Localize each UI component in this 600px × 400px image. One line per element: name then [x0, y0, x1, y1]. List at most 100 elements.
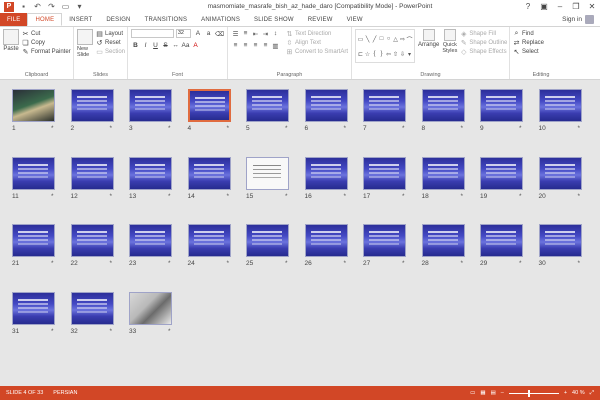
- slide-thumbnail[interactable]: [187, 224, 231, 257]
- format-painter-button[interactable]: ✎ Format Painter: [22, 47, 71, 56]
- replace-button[interactable]: ⇄ Replace: [513, 38, 569, 47]
- tab-slide-show[interactable]: SLIDE SHOW: [247, 13, 301, 26]
- slide-thumbnail[interactable]: [12, 224, 55, 257]
- shape-effects-button[interactable]: ◇ Shape Effects: [460, 47, 507, 56]
- slide-transition-icon[interactable]: *: [519, 260, 522, 267]
- tab-design[interactable]: DESIGN: [99, 13, 137, 26]
- underline-button[interactable]: U: [151, 41, 160, 50]
- slide-transition-icon[interactable]: *: [227, 193, 230, 200]
- slide-transition-icon[interactable]: *: [344, 193, 347, 200]
- shape-arrow2-icon[interactable]: ⇦: [385, 47, 392, 61]
- slide-thumbnail[interactable]: [304, 224, 348, 257]
- slide-thumbnail[interactable]: [304, 89, 348, 122]
- shape-rect2-icon[interactable]: □: [378, 31, 385, 47]
- slide-thumbnail[interactable]: [480, 89, 523, 122]
- slide-transition-icon[interactable]: *: [285, 260, 288, 267]
- shape-arrow-icon[interactable]: ⇨: [399, 31, 406, 47]
- align-text-button[interactable]: ⇳ Align Text: [286, 38, 348, 47]
- slide-transition-icon[interactable]: *: [285, 125, 288, 132]
- slide-thumbnail[interactable]: [187, 156, 231, 190]
- slide-thumbnail[interactable]: [246, 224, 289, 257]
- shape-bracket-icon[interactable]: ⊏: [357, 47, 364, 61]
- slide-transition-icon[interactable]: *: [344, 125, 347, 132]
- shape-fill-button[interactable]: ◈ Shape Fill: [460, 29, 507, 38]
- slide-transition-icon[interactable]: *: [168, 193, 171, 200]
- shape-star-icon[interactable]: ☆: [364, 47, 371, 61]
- char-spacing-icon[interactable]: ↔: [171, 41, 180, 50]
- slide-transition-icon[interactable]: *: [519, 193, 522, 200]
- slide-thumbnail[interactable]: [363, 89, 406, 122]
- grow-font-icon[interactable]: A: [193, 29, 202, 38]
- shape-arrow4-icon[interactable]: ⇩: [399, 47, 406, 61]
- slide-transition-icon[interactable]: *: [519, 125, 522, 132]
- paste-button[interactable]: Paste: [3, 29, 19, 69]
- slide-transition-icon[interactable]: *: [402, 260, 405, 267]
- slide-transition-icon[interactable]: *: [110, 260, 113, 267]
- slide-transition-icon[interactable]: *: [578, 260, 581, 267]
- shape-arrow3-icon[interactable]: ⇧: [392, 47, 399, 61]
- slide-thumbnail[interactable]: [12, 156, 55, 190]
- quick-styles-button[interactable]: Quick Styles: [442, 29, 457, 69]
- increase-indent-icon[interactable]: ⇥: [261, 29, 270, 38]
- slide-thumbnail[interactable]: [129, 156, 172, 190]
- undo-icon[interactable]: ↶: [33, 2, 42, 11]
- italic-button[interactable]: I: [141, 41, 150, 50]
- slide-thumbnail[interactable]: [246, 89, 289, 122]
- section-button[interactable]: ▭ Section: [96, 47, 125, 56]
- slide-thumbnail[interactable]: [421, 156, 465, 190]
- slide-transition-icon[interactable]: *: [402, 193, 405, 200]
- shape-curve-icon[interactable]: ⌒: [406, 31, 413, 47]
- zoom-out-icon[interactable]: –: [501, 390, 504, 396]
- customize-qat-icon[interactable]: ▾: [75, 2, 84, 11]
- slide-transition-icon[interactable]: *: [461, 125, 464, 132]
- slide-thumbnail[interactable]: [12, 89, 55, 122]
- convert-smartart-button[interactable]: ⊞ Convert to SmartArt: [286, 47, 348, 56]
- help-icon[interactable]: ?: [520, 0, 536, 13]
- slide-transition-icon[interactable]: *: [51, 328, 54, 335]
- slide-transition-icon[interactable]: *: [402, 125, 405, 132]
- columns-icon[interactable]: ▥: [271, 41, 280, 50]
- slide-thumbnail[interactable]: [246, 156, 289, 190]
- strikethrough-button[interactable]: S: [161, 41, 170, 50]
- tab-review[interactable]: REVIEW: [301, 13, 340, 26]
- slide-thumbnail[interactable]: [538, 156, 582, 190]
- slide-transition-icon[interactable]: *: [51, 260, 54, 267]
- zoom-knob[interactable]: [527, 389, 530, 397]
- ribbon-display-icon[interactable]: ▣: [536, 0, 552, 13]
- shape-line2-icon[interactable]: ╱: [371, 31, 378, 47]
- slide-transition-icon[interactable]: *: [168, 125, 171, 132]
- slide-transition-icon[interactable]: *: [461, 260, 464, 267]
- slide-thumbnail[interactable]: [70, 89, 114, 122]
- cut-button[interactable]: ✂ Cut: [22, 29, 71, 38]
- slide-thumbnail[interactable]: [480, 156, 523, 190]
- start-slideshow-icon[interactable]: ▭: [61, 2, 70, 11]
- new-slide-button[interactable]: New Slide: [77, 29, 93, 69]
- slide-thumbnail[interactable]: [70, 291, 114, 325]
- slide-transition-icon[interactable]: *: [110, 328, 113, 335]
- slide-transition-icon[interactable]: *: [110, 193, 113, 200]
- tab-view[interactable]: VIEW: [340, 13, 370, 26]
- arrange-button[interactable]: Arrange: [418, 29, 439, 69]
- shape-brace2-icon[interactable]: }: [378, 47, 385, 61]
- save-icon[interactable]: ▪: [19, 2, 28, 11]
- slide-thumbnail[interactable]: [363, 156, 406, 190]
- slide-thumbnail[interactable]: [70, 156, 114, 190]
- slide-thumbnail[interactable]: [421, 89, 465, 122]
- zoom-in-icon[interactable]: +: [564, 390, 567, 396]
- slide-thumbnail[interactable]: [12, 291, 55, 325]
- align-center-icon[interactable]: ≡: [241, 41, 250, 50]
- copy-button[interactable]: ❏ Copy: [22, 38, 71, 47]
- font-name-combo[interactable]: [131, 29, 174, 38]
- bold-button[interactable]: B: [131, 41, 140, 50]
- shape-oval-icon[interactable]: ○: [385, 31, 392, 47]
- slide-transition-icon[interactable]: *: [461, 193, 464, 200]
- shape-rect-icon[interactable]: ▭: [357, 31, 364, 47]
- redo-icon[interactable]: ↷: [47, 2, 56, 11]
- slide-transition-icon[interactable]: *: [168, 328, 171, 335]
- slide-thumbnail[interactable]: [70, 224, 114, 257]
- change-case-icon[interactable]: Aa: [181, 41, 190, 50]
- restore-icon[interactable]: ❐: [568, 0, 584, 13]
- slide-sorter[interactable]: 1 * 2 * 3 * 4 * 5 * 6 * 7 * 8 * 9 * 10 * 11 * 12 * 13 * 14 * 15 * 16 * 1…: [0, 80, 600, 386]
- tab-file[interactable]: FILE: [0, 13, 28, 26]
- sorter-view-icon[interactable]: ▦: [480, 390, 485, 396]
